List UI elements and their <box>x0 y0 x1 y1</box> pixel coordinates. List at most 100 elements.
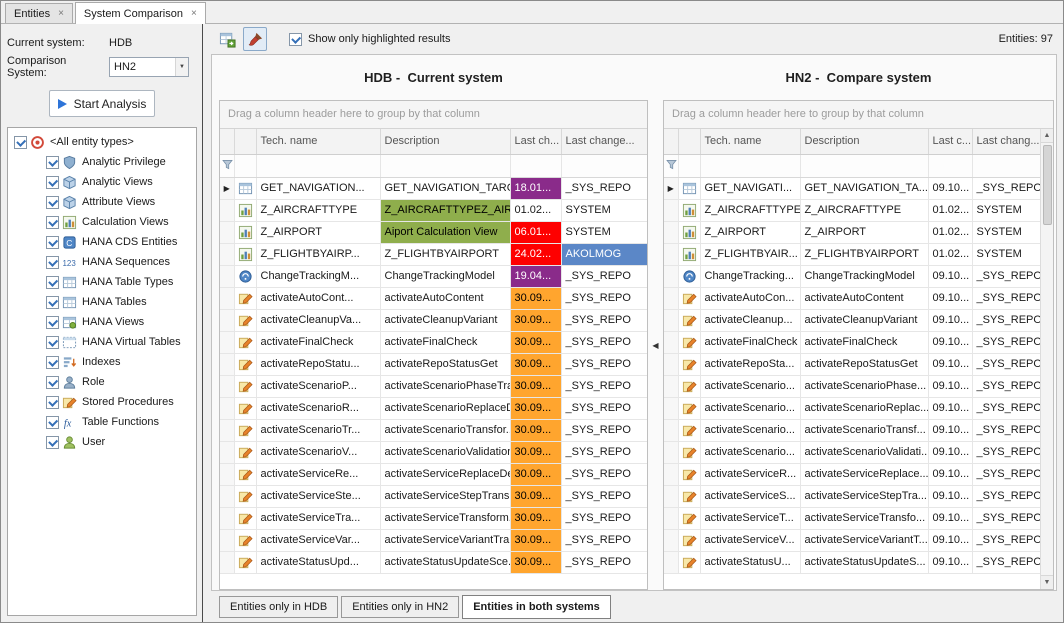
description-cell[interactable]: activateScenarioPhase... <box>800 375 928 397</box>
description-cell[interactable]: Z_AIRCRAFTTYPE <box>800 199 928 221</box>
changed-by-cell[interactable]: _SYS_REPO <box>972 529 1042 551</box>
tech-name-cell[interactable]: Z_FLIGHTBYAIRP... <box>256 243 380 265</box>
description-cell[interactable]: activateServiceTransfo... <box>800 507 928 529</box>
tech-name-cell[interactable]: ChangeTracking... <box>700 265 800 287</box>
changed-by-cell[interactable]: _SYS_REPO <box>972 485 1042 507</box>
tech-name-cell[interactable]: Z_AIRPORT <box>256 221 380 243</box>
changed-by-cell[interactable]: _SYS_REPO <box>972 375 1042 397</box>
changed-by-cell[interactable]: _SYS_REPO <box>972 419 1042 441</box>
bottom-tab-entities-only-in-hn2[interactable]: Entities only in HN2 <box>341 596 459 618</box>
tech-name-cell[interactable]: activateServiceV... <box>700 529 800 551</box>
start-analysis-button[interactable]: Start Analysis <box>49 90 155 117</box>
description-cell[interactable]: activateRepoStatusGet <box>800 353 928 375</box>
last-change-cell[interactable]: 30.09... <box>510 397 561 419</box>
tech-name-cell[interactable]: GET_NAVIGATI... <box>700 177 800 199</box>
table-row[interactable]: activateScenarioP...activateScenarioPhas… <box>220 375 648 397</box>
table-row[interactable]: activateServiceV...activateServiceVarian… <box>664 529 1042 551</box>
description-cell[interactable]: activateCleanupVariant <box>800 309 928 331</box>
changed-by-cell[interactable]: _SYS_REPO <box>561 309 648 331</box>
description-cell[interactable]: activateServiceReplace... <box>800 463 928 485</box>
tech-name-cell[interactable]: activateServiceR... <box>700 463 800 485</box>
tree-item-hana-virtual-tables[interactable]: HANA Virtual Tables <box>10 332 194 352</box>
description-cell[interactable]: activateStatusUpdateS... <box>800 551 928 573</box>
tech-name-cell[interactable]: activateScenario... <box>700 397 800 419</box>
description-cell[interactable]: ChangeTrackingModel <box>800 265 928 287</box>
description-cell[interactable]: activateFinalCheck <box>380 331 510 353</box>
filter-cell[interactable] <box>256 154 380 177</box>
description-cell[interactable]: activateScenarioReplaceD... <box>380 397 510 419</box>
last-change-cell[interactable]: 01.02... <box>928 221 972 243</box>
changed-by-cell[interactable]: _SYS_REPO <box>561 507 648 529</box>
tech-name-cell[interactable]: activateScenarioR... <box>256 397 380 419</box>
highlight-results-button[interactable] <box>243 27 267 51</box>
description-cell[interactable]: activateStatusUpdateSce... <box>380 551 510 573</box>
changed-by-cell[interactable]: _SYS_REPO <box>972 441 1042 463</box>
table-row[interactable]: activateServiceRe...activateServiceRepla… <box>220 463 648 485</box>
last-change-cell[interactable]: 30.09... <box>510 507 561 529</box>
filter-cell[interactable] <box>561 154 648 177</box>
filter-cell[interactable] <box>972 154 1042 177</box>
tech-name-cell[interactable]: activateScenario... <box>700 375 800 397</box>
last-change-cell[interactable]: 30.09... <box>510 441 561 463</box>
last-change-cell[interactable]: 09.10... <box>928 309 972 331</box>
tech-name-cell[interactable]: activateScenario... <box>700 419 800 441</box>
filter-cell[interactable] <box>800 154 928 177</box>
last-change-cell[interactable]: 01.02... <box>510 199 561 221</box>
description-cell[interactable]: activateCleanupVariant <box>380 309 510 331</box>
last-change-cell[interactable]: 09.10... <box>928 287 972 309</box>
changed-by-cell[interactable]: _SYS_REPO <box>972 265 1042 287</box>
table-row[interactable]: activateScenario...activateScenarioRepla… <box>664 397 1042 419</box>
table-row[interactable]: ▶GET_NAVIGATI...GET_NAVIGATION_TA...09.1… <box>664 177 1042 199</box>
table-row[interactable]: ▶GET_NAVIGATION...GET_NAVIGATION_TARG...… <box>220 177 648 199</box>
changed-by-cell[interactable]: _SYS_REPO <box>972 287 1042 309</box>
table-row[interactable]: Z_FLIGHTBYAIRP...Z_FLIGHTBYAIRPORT24.02.… <box>220 243 648 265</box>
tab-system-comparison[interactable]: System Comparison× <box>75 2 206 24</box>
tree-checkbox[interactable] <box>46 436 59 449</box>
last-change-cell[interactable]: 30.09... <box>510 419 561 441</box>
description-cell[interactable]: Aiport Calculation View <box>380 221 510 243</box>
changed-by-cell[interactable]: _SYS_REPO <box>561 375 648 397</box>
tab-entities[interactable]: Entities× <box>5 3 73 23</box>
description-cell[interactable]: GET_NAVIGATION_TA... <box>800 177 928 199</box>
tree-checkbox[interactable] <box>46 356 59 369</box>
last-change-cell[interactable]: 09.10... <box>928 331 972 353</box>
last-change-cell[interactable]: 30.09... <box>510 375 561 397</box>
last-change-cell[interactable]: 09.10... <box>928 177 972 199</box>
column-header-last-chang[interactable]: Last chang... <box>972 129 1042 154</box>
table-row[interactable]: activateStatusUpd...activateStatusUpdate… <box>220 551 648 573</box>
column-header-last-c[interactable]: Last c... <box>928 129 972 154</box>
table-row[interactable]: Z_AIRCRAFTTYPEZ_AIRCRAFTTYPE01.02...SYST… <box>664 199 1042 221</box>
description-cell[interactable]: activateServiceStepTra... <box>800 485 928 507</box>
changed-by-cell[interactable]: _SYS_REPO <box>972 551 1042 573</box>
tree-checkbox[interactable] <box>46 176 59 189</box>
changed-by-cell[interactable]: _SYS_REPO <box>561 287 648 309</box>
column-header-description[interactable]: Description <box>380 129 510 154</box>
tree-item-hana-tables[interactable]: HANA Tables <box>10 292 194 312</box>
tech-name-cell[interactable]: activateCleanupVa... <box>256 309 380 331</box>
description-cell[interactable]: activateServiceStepTrans... <box>380 485 510 507</box>
tree-item-attribute-views[interactable]: Attribute Views <box>10 192 194 212</box>
changed-by-cell[interactable]: _SYS_REPO <box>561 397 648 419</box>
tree-item-indexes[interactable]: Indexes <box>10 352 194 372</box>
last-change-cell[interactable]: 09.10... <box>928 353 972 375</box>
tree-item-table-functions[interactable]: fxTable Functions <box>10 412 194 432</box>
description-cell[interactable]: activateScenarioValidati... <box>800 441 928 463</box>
last-change-cell[interactable]: 30.09... <box>510 485 561 507</box>
changed-by-cell[interactable]: _SYS_REPO <box>561 529 648 551</box>
changed-by-cell[interactable]: SYSTEM <box>561 199 648 221</box>
tech-name-cell[interactable]: activateServiceTra... <box>256 507 380 529</box>
tree-checkbox[interactable] <box>46 236 59 249</box>
table-row[interactable]: activateRepoStatu...activateRepoStatusGe… <box>220 353 648 375</box>
tree-checkbox[interactable] <box>46 316 59 329</box>
dropdown-arrow-icon[interactable]: ▼ <box>175 58 188 76</box>
table-row[interactable]: activateScenario...activateScenarioTrans… <box>664 419 1042 441</box>
tab-close-icon[interactable]: × <box>191 8 197 19</box>
last-change-cell[interactable]: 09.10... <box>928 529 972 551</box>
changed-by-cell[interactable]: _SYS_REPO <box>972 397 1042 419</box>
scrollbar-thumb[interactable] <box>1043 145 1052 225</box>
tree-item-role[interactable]: Role <box>10 372 194 392</box>
table-row[interactable]: activateAutoCon...activateAutoContent09.… <box>664 287 1042 309</box>
last-change-cell[interactable]: 24.02... <box>510 243 561 265</box>
table-row[interactable]: activateScenarioV...activateScenarioVali… <box>220 441 648 463</box>
description-cell[interactable]: activateScenarioValidation <box>380 441 510 463</box>
